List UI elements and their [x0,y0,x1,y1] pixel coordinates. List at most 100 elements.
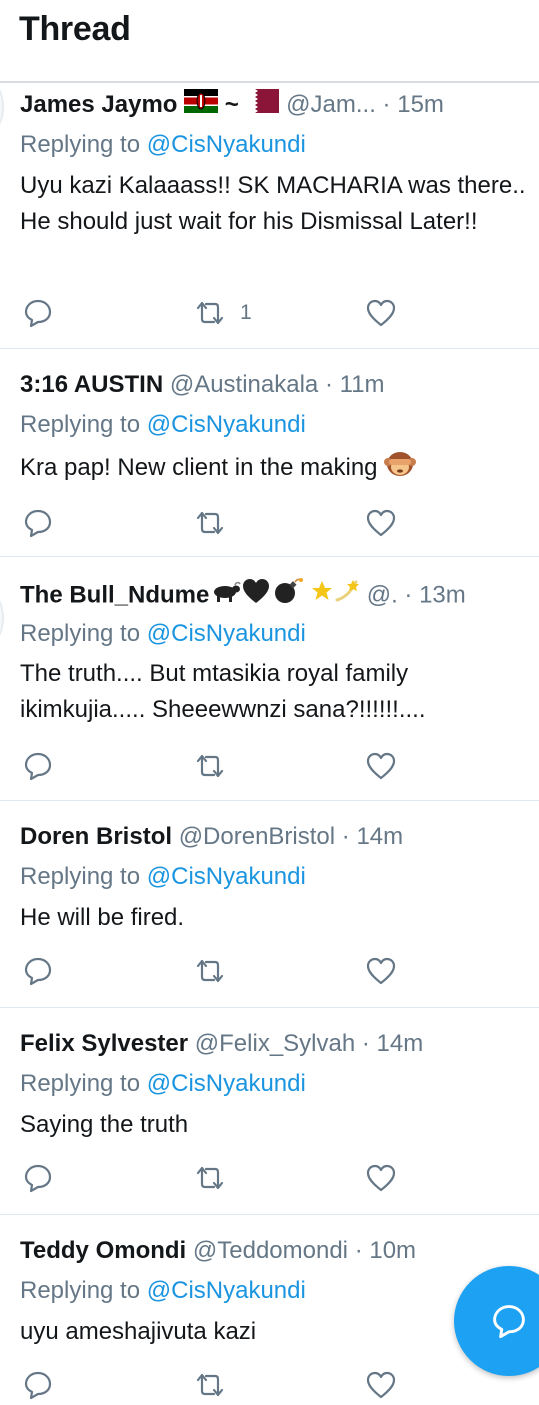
retweet-icon [194,752,226,780]
tweet-header: Doren Bristol @DorenBristol · 14m [20,820,539,854]
replying-to: Replying to @CisNyakundi [20,861,306,893]
like-button[interactable] [366,1367,396,1403]
timestamp[interactable]: 14m [377,1030,424,1057]
reply-button[interactable] [23,748,53,784]
replying-to: Replying to @CisNyakundi [20,1275,306,1307]
timestamp[interactable]: 13m [419,581,466,608]
retweet-count: 1 [240,301,252,324]
mention-link[interactable]: @CisNyakundi [147,131,306,158]
like-button[interactable] [366,295,396,331]
user-handle[interactable]: @DorenBristol [179,823,335,850]
user-name[interactable]: 3:16 AUSTIN [20,371,163,398]
like-button[interactable] [366,953,396,989]
dizzy-icon [334,578,360,611]
replying-to-label: Replying to [20,131,141,158]
like-button[interactable] [366,748,396,784]
timestamp[interactable]: 15m [397,91,444,118]
tweet-text: He will be fired. [20,904,185,931]
user-name[interactable]: Teddy Omondi [20,1237,186,1264]
user-name[interactable]: The Bull_Ndume [20,581,209,608]
retweet-icon [194,509,226,537]
kenya-flag-icon [184,88,219,122]
bomb-icon [271,577,304,611]
heart-icon [366,299,396,327]
star-icon [310,579,334,611]
timestamp[interactable]: 10m [369,1237,416,1264]
tweet[interactable]: 3:16 AUSTIN @Austinakala · 11m Replying … [0,349,539,557]
avatar[interactable] [0,84,4,130]
tweet-text: Saying the truth [20,1111,189,1138]
tweet-header: The Bull_Ndume @. · 13m [20,577,539,611]
retweet-button[interactable] [194,1367,226,1403]
tweet-header: Felix Sylvester @Felix_Sylvah · 14m [20,1027,539,1061]
retweet-icon [194,299,226,327]
mention-link[interactable]: @CisNyakundi [147,620,306,647]
qatar-flag-icon [245,88,280,122]
user-handle[interactable]: @Teddomondi [193,1237,348,1264]
user-handle[interactable]: @Felix_Sylvah [195,1030,355,1057]
reply-button[interactable] [23,505,53,541]
user-name[interactable]: Felix Sylvester [20,1030,188,1057]
retweet-button[interactable] [194,953,226,989]
retweet-icon [194,1164,226,1192]
user-name[interactable]: James Jaymo [20,91,177,118]
name-separator: ~ [224,91,239,118]
reply-icon [23,751,53,781]
replying-to-label: Replying to [20,620,141,647]
replying-to: Replying to @CisNyakundi [20,409,306,441]
user-handle[interactable]: @Austinakala [170,371,318,398]
tweet-text: The truth.... But mtasikia royal family … [20,660,426,723]
retweet-button[interactable] [194,505,226,541]
mention-link[interactable]: @CisNyakundi [147,1277,306,1304]
reply-button[interactable] [23,1367,53,1403]
reply-icon [23,956,53,986]
like-button[interactable] [366,1160,396,1196]
thread-header: Thread [0,0,539,83]
heart-icon [366,1164,396,1192]
timestamp[interactable]: 11m [340,371,385,398]
timestamp[interactable]: 14m [356,823,403,850]
tweet-actions [0,1160,539,1196]
heart-icon [366,752,396,780]
separator-dot: · [324,371,333,398]
tweet[interactable]: James Jaymo ~ @Jam... · 15m Replying to … [0,84,539,349]
tweet-text: Kra pap! New client in the making [20,453,378,481]
retweet-button[interactable]: 1 [194,295,252,331]
replying-to: Replying to @CisNyakundi [20,129,306,161]
mention-link[interactable]: @CisNyakundi [147,863,306,890]
mention-link[interactable]: @CisNyakundi [147,411,306,438]
separator-dot: · [354,1237,363,1264]
black-heart-icon [241,577,271,611]
mention-link[interactable]: @CisNyakundi [147,1070,306,1097]
replying-to: Replying to @CisNyakundi [20,618,306,650]
tweet-header: James Jaymo ~ @Jam... · 15m [20,88,539,122]
tweet[interactable]: Felix Sylvester @Felix_Sylvah · 14m Repl… [0,1008,539,1215]
water-buffalo-icon [209,579,242,611]
reply-button[interactable] [23,1160,53,1196]
retweet-button[interactable] [194,748,226,784]
like-button[interactable] [366,505,396,541]
separator-dot: · [361,1030,370,1057]
separator-dot: · [404,581,413,609]
retweet-icon [194,957,226,985]
user-handle[interactable]: @. [367,581,398,608]
tweet[interactable]: Doren Bristol @DorenBristol · 14m Replyi… [0,801,539,1008]
reply-button[interactable] [23,295,53,331]
replying-to-label: Replying to [20,863,141,890]
avatar[interactable] [0,595,4,641]
tweet-actions [0,953,539,989]
replying-to-label: Replying to [20,1070,141,1097]
user-handle[interactable]: @Jam... [286,91,376,118]
tweet-actions [0,748,539,784]
tweet-header: 3:16 AUSTIN @Austinakala · 11m [20,368,539,402]
reply-icon [23,1163,53,1193]
tweet-header: Teddy Omondi @Teddomondi · 10m [20,1234,539,1268]
retweet-button[interactable] [194,1160,226,1196]
reply-button[interactable] [23,953,53,989]
user-name[interactable]: Doren Bristol [20,823,172,850]
tweet[interactable]: The Bull_Ndume @. · 13m Replying to @Cis… [0,557,539,801]
separator-dot: · [382,91,391,118]
reply-icon [23,1370,53,1400]
retweet-icon [194,1371,226,1399]
see-no-evil-monkey-icon [384,448,417,484]
